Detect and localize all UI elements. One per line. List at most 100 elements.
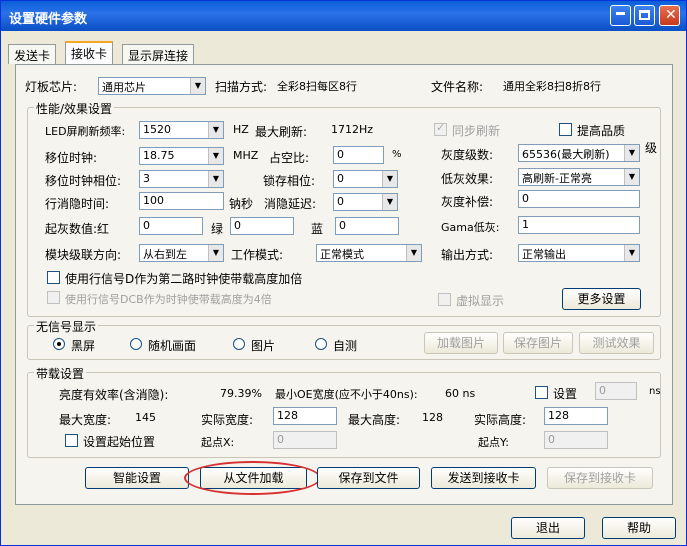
blank-delay-select[interactable]: 0 ▼ bbox=[333, 193, 398, 211]
start-y-input[interactable]: 0 bbox=[544, 431, 608, 449]
chevron-down-icon: ▼ bbox=[208, 171, 223, 187]
more-settings-button[interactable]: 更多设置 bbox=[562, 288, 641, 310]
tab-send-card[interactable]: 发送卡 bbox=[8, 44, 57, 64]
smart-settings-button[interactable]: 智能设置 bbox=[85, 467, 189, 489]
maximize-button[interactable] bbox=[634, 5, 655, 26]
shift-clock-label: 移位时钟: bbox=[45, 151, 98, 165]
max-refresh-label: 最大刷新: bbox=[255, 125, 308, 139]
min-oe-label: 最小OE宽度(应不小于40ns): bbox=[275, 388, 418, 401]
scan-value: 全彩8扫每区8行 bbox=[277, 80, 357, 93]
gray-levels-value: 65536(最大刷新) bbox=[522, 148, 610, 161]
actual-width-input[interactable]: 128 bbox=[273, 407, 337, 425]
highlight-oval bbox=[184, 461, 321, 495]
file-label: 文件名称: bbox=[431, 80, 484, 94]
start-pos-checkbox[interactable] bbox=[65, 434, 78, 447]
help-button[interactable]: 帮助 bbox=[602, 517, 676, 539]
refresh-select[interactable]: 1520 ▼ bbox=[139, 121, 224, 139]
quality-checkbox[interactable] bbox=[559, 123, 572, 136]
output-value: 正常输出 bbox=[522, 248, 566, 261]
ns-unit: ns bbox=[649, 386, 661, 397]
actual-height-input[interactable]: 128 bbox=[544, 407, 608, 425]
start-gray-label: 起灰数值:红 bbox=[45, 222, 110, 236]
chevron-down-icon: ▼ bbox=[406, 245, 421, 261]
radio-black-screen[interactable] bbox=[53, 338, 65, 350]
row-signal-checkbox[interactable] bbox=[47, 271, 60, 284]
chevron-down-icon: ▼ bbox=[624, 245, 639, 261]
duty-label: 占空比: bbox=[269, 151, 310, 165]
max-height-value: 128 bbox=[422, 411, 443, 424]
set-label: 设置 bbox=[553, 387, 578, 401]
tab-receive-card[interactable]: 接收卡 bbox=[65, 41, 114, 65]
radio-random[interactable] bbox=[130, 338, 142, 350]
blank-delay-label: 消隐延迟: bbox=[264, 197, 317, 211]
set-input[interactable]: 0 bbox=[595, 382, 637, 400]
low-gray-select[interactable]: 高刷新-正常亮 ▼ bbox=[518, 168, 640, 186]
quality-label: 提高品质 bbox=[577, 124, 626, 138]
radio-selftest[interactable] bbox=[315, 338, 327, 350]
save-to-receiver-button[interactable]: 保存到接收卡 bbox=[547, 467, 653, 489]
low-gray-value: 高刷新-正常亮 bbox=[522, 172, 592, 185]
minimize-button[interactable] bbox=[610, 5, 631, 26]
blue-input[interactable]: 0 bbox=[335, 217, 399, 235]
green-input[interactable]: 0 bbox=[230, 217, 294, 235]
close-button[interactable]: ✕ bbox=[659, 5, 680, 26]
duty-input[interactable]: 0 bbox=[333, 146, 384, 164]
sync-label: 同步刷新 bbox=[452, 124, 501, 138]
ns-label: 钠秒 bbox=[229, 197, 254, 211]
red-input[interactable]: 0 bbox=[139, 217, 203, 235]
latch-phase-select[interactable]: 0 ▼ bbox=[333, 170, 398, 188]
radio-random-label: 随机画面 bbox=[148, 339, 197, 353]
output-select[interactable]: 正常输出 ▼ bbox=[518, 244, 640, 262]
shift-phase-value: 3 bbox=[143, 172, 150, 185]
start-x-input[interactable]: 0 bbox=[273, 431, 337, 449]
blank-delay-value: 0 bbox=[337, 195, 344, 208]
shift-clock-select[interactable]: 18.75 ▼ bbox=[139, 147, 224, 165]
gray-comp-label: 灰度补偿: bbox=[441, 195, 494, 209]
cascade-select[interactable]: 从右到左 ▼ bbox=[139, 244, 224, 262]
work-mode-select[interactable]: 正常模式 ▼ bbox=[316, 244, 422, 262]
send-to-receiver-button[interactable]: 发送到接收卡 bbox=[431, 467, 536, 489]
maximize-icon bbox=[639, 10, 650, 20]
chevron-down-icon: ▼ bbox=[208, 245, 223, 261]
gamma-input[interactable]: 1 bbox=[518, 216, 640, 234]
save-to-file-button[interactable]: 保存到文件 bbox=[317, 467, 420, 489]
sync-checkbox[interactable] bbox=[434, 121, 447, 136]
set-checkbox[interactable] bbox=[535, 386, 548, 399]
output-label: 输出方式: bbox=[441, 248, 494, 262]
test-effect-button[interactable]: 测试效果 bbox=[579, 332, 654, 354]
chevron-down-icon: ▼ bbox=[382, 171, 397, 187]
chevron-down-icon: ▼ bbox=[190, 78, 205, 94]
chevron-down-icon: ▼ bbox=[382, 194, 397, 210]
chip-label: 灯板芯片: bbox=[25, 80, 78, 94]
gamma-label: Gama低灰: bbox=[441, 221, 500, 234]
row-signal-e-checkbox[interactable] bbox=[47, 291, 60, 304]
radio-picture[interactable] bbox=[233, 338, 245, 350]
max-width-label: 最大宽度: bbox=[59, 413, 112, 427]
gray-comp-input[interactable]: 0 bbox=[518, 190, 640, 208]
blank-input[interactable]: 100 bbox=[139, 192, 224, 210]
chip-select[interactable]: 通用芯片 ▼ bbox=[98, 77, 206, 95]
blank-label: 行消隐时间: bbox=[45, 197, 110, 211]
shift-phase-select[interactable]: 3 ▼ bbox=[139, 170, 224, 188]
chip-value: 通用芯片 bbox=[102, 81, 146, 94]
exit-button[interactable]: 退出 bbox=[511, 517, 585, 539]
work-mode-label: 工作模式: bbox=[231, 248, 284, 262]
level-suffix: 级 bbox=[645, 141, 658, 155]
perf-group-title: 性能/效果设置 bbox=[34, 100, 115, 117]
radio-selftest-label: 自测 bbox=[333, 339, 358, 353]
close-icon: ✕ bbox=[665, 7, 677, 23]
load-picture-button[interactable]: 加载图片 bbox=[424, 332, 498, 354]
scan-label: 扫描方式: bbox=[215, 80, 268, 94]
tab-screen-connect[interactable]: 显示屏连接 bbox=[122, 44, 195, 64]
pct-unit: % bbox=[392, 149, 402, 160]
save-picture-button[interactable]: 保存图片 bbox=[503, 332, 573, 354]
radio-black-label: 黑屏 bbox=[71, 339, 96, 353]
gray-levels-select[interactable]: 65536(最大刷新) ▼ bbox=[518, 144, 640, 162]
virtual-checkbox[interactable] bbox=[438, 293, 451, 306]
latch-phase-value: 0 bbox=[337, 172, 344, 185]
blue-label: 蓝 bbox=[311, 222, 324, 236]
actual-height-label: 实际高度: bbox=[474, 413, 527, 427]
start-pos-label: 设置起始位置 bbox=[83, 435, 156, 449]
start-y-label: 起点Y: bbox=[478, 436, 509, 449]
shift-phase-label: 移位时钟相位: bbox=[45, 174, 122, 188]
